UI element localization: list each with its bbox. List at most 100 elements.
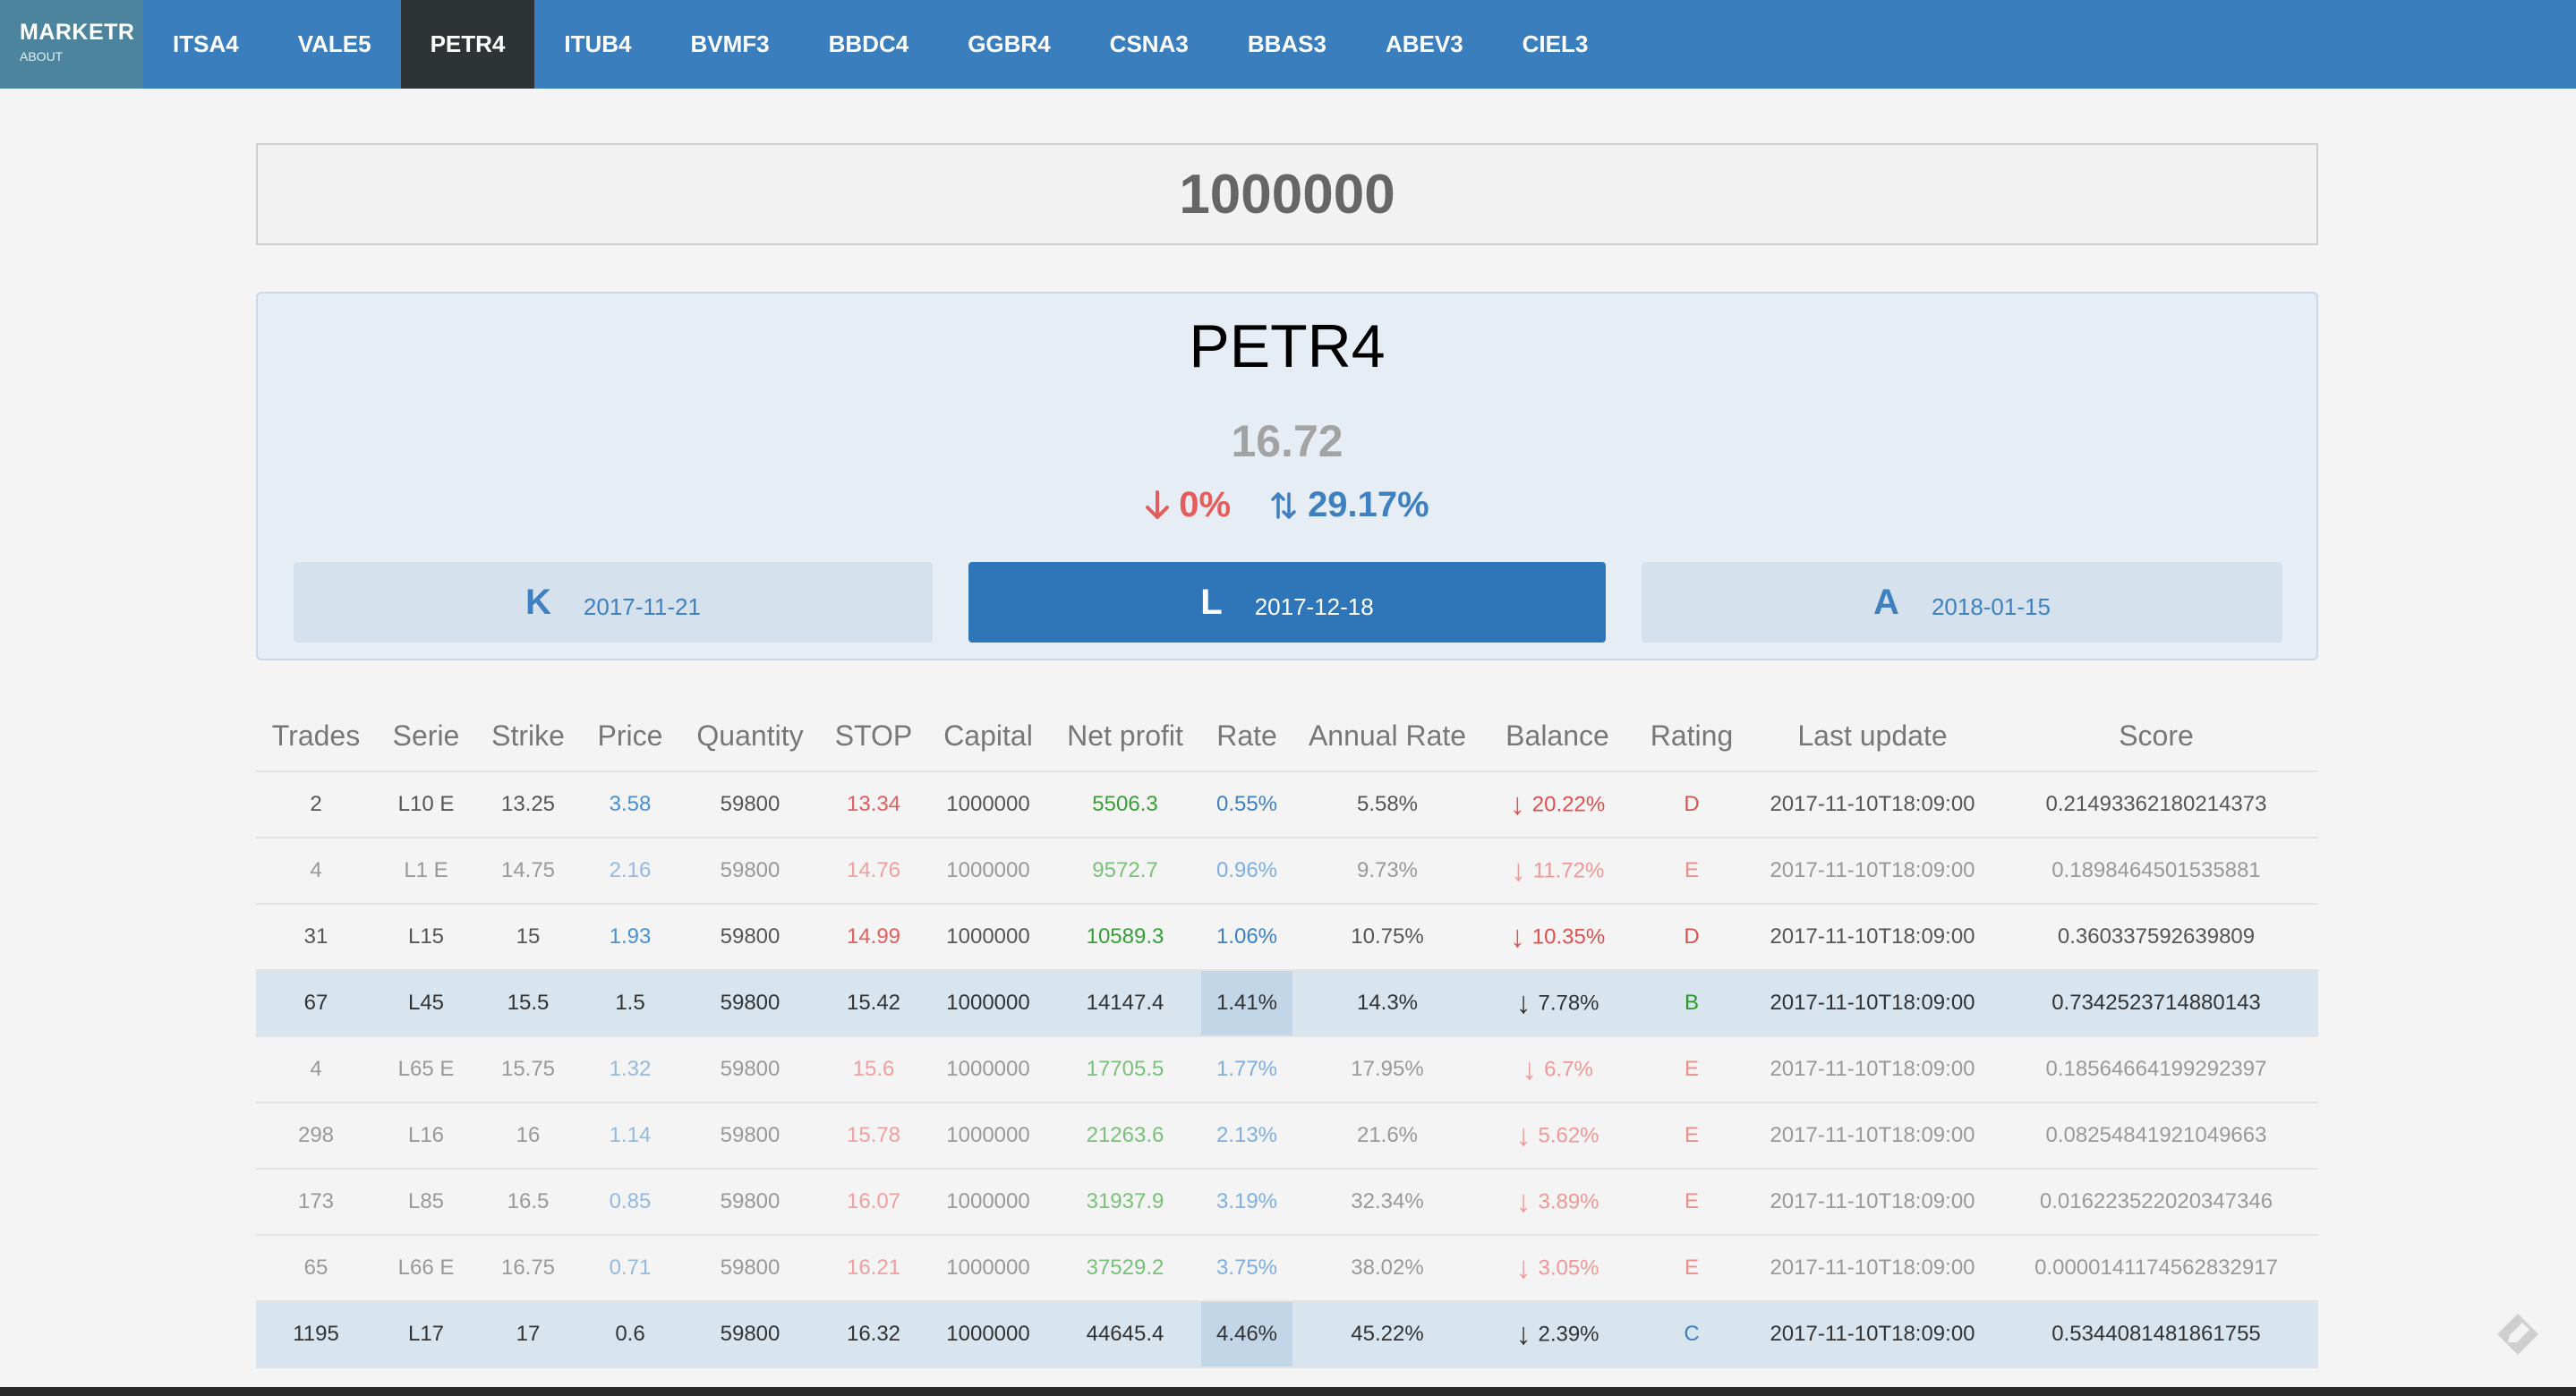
table-row[interactable]: 298 L16 16 1.14 59800 15.78 1000000 21263.6 2.13… (256, 1102, 2318, 1170)
table-row[interactable]: 4 L65 E 15.75 1.32 59800 15.6 1000000 17705.5 1.… (256, 1036, 2318, 1103)
column-header[interactable]: Net profit (1049, 702, 1201, 772)
table-row[interactable]: 2 L10 E 13.25 3.58 59800 13.34 1000000 5506.3 0.… (256, 771, 2318, 838)
pencil-diamond-icon[interactable] (2494, 1310, 2542, 1358)
stop-cell: 13.34 (820, 771, 927, 838)
last-update-cell: 2017-11-10T18:09:00 (1751, 904, 1994, 971)
arrow-down-icon: ↓ (1515, 1316, 1531, 1351)
price-cell: 0.85 (580, 1169, 680, 1236)
brand-title: MARKETR (20, 20, 135, 45)
expiration-l-button[interactable]: L 2017-12-18 (968, 562, 1606, 643)
tab-ggbr4[interactable]: GGBR4 (938, 0, 1079, 89)
column-header[interactable]: Serie (376, 702, 476, 772)
column-header[interactable]: Rate (1201, 702, 1292, 772)
expiration-a-button[interactable]: A 2018-01-15 (1642, 562, 2282, 643)
arrow-down-icon: ↓ (1522, 1051, 1538, 1086)
price-cell: 1.93 (580, 904, 680, 971)
strike-cell: 15 (476, 904, 580, 971)
rating-cell: D (1633, 904, 1751, 971)
rate-cell: 4.46% (1201, 1301, 1292, 1368)
serie-cell: L85 (376, 1169, 476, 1236)
column-header[interactable]: Strike (476, 702, 580, 772)
balance-cell: ↓ 11.72% (1482, 838, 1633, 905)
last-update-cell: 2017-11-10T18:09:00 (1751, 1036, 1994, 1103)
rating-cell: E (1633, 1102, 1751, 1170)
tab-bbdc4[interactable]: BBDC4 (799, 0, 939, 89)
table-row[interactable]: 1195 L17 17 0.6 59800 16.32 1000000 44645.4 4.46… (256, 1301, 2318, 1368)
table-row[interactable]: 4 L1 E 14.75 2.16 59800 14.76 1000000 9572.7 0.9… (256, 838, 2318, 905)
expiration-date: 2018-01-15 (1931, 592, 2051, 620)
last-update-cell: 2017-11-10T18:09:00 (1751, 970, 1994, 1037)
last-update-cell: 2017-11-10T18:09:00 (1751, 1102, 1994, 1170)
balance-cell: ↓ 5.62% (1482, 1102, 1633, 1170)
tab-petr4[interactable]: PETR4 (400, 0, 535, 89)
tab-itsa4[interactable]: ITSA4 (143, 0, 269, 89)
rating-cell: C (1633, 1301, 1751, 1368)
column-header[interactable]: Rating (1633, 702, 1751, 772)
rating-cell: E (1633, 1169, 1751, 1236)
score-cell: 0.21493362180214373 (1994, 771, 2318, 838)
strike-cell: 14.75 (476, 838, 580, 905)
change-updown: 29.17% (1270, 485, 1429, 525)
capital-input[interactable] (258, 145, 2316, 243)
column-header[interactable]: Last update (1751, 702, 1994, 772)
tab-bbas3[interactable]: BBAS3 (1218, 0, 1356, 89)
column-header[interactable]: Score (1994, 702, 2318, 772)
tab-abev3[interactable]: ABEV3 (1356, 0, 1493, 89)
about-link[interactable]: ABOUT (20, 49, 143, 64)
capital-cell: 1000000 (927, 1102, 1049, 1170)
annual-rate-cell: 17.95% (1292, 1036, 1482, 1103)
table-header-row: Trades Serie Strike Price Quantity STOP Capita… (256, 702, 2318, 772)
table-row[interactable]: 31 L15 15 1.93 59800 14.99 1000000 10589.3 1.06%… (256, 904, 2318, 971)
last-update-cell: 2017-11-10T18:09:00 (1751, 771, 1994, 838)
balance-value: 7.78% (1538, 991, 1599, 1015)
stop-cell: 15.78 (820, 1102, 927, 1170)
table-row[interactable]: 65 L66 E 16.75 0.71 59800 16.21 1000000 37529.2… (256, 1235, 2318, 1302)
net-profit-cell: 9572.7 (1049, 838, 1201, 905)
tab-csna3[interactable]: CSNA3 (1080, 0, 1218, 89)
balance-value: 11.72% (1532, 858, 1605, 882)
expiration-letter: L (1200, 582, 1223, 622)
rating-cell: E (1633, 838, 1751, 905)
tab-itub4[interactable]: ITUB4 (534, 0, 661, 89)
change-down: 0% (1145, 485, 1231, 525)
price-cell: 0.71 (580, 1235, 680, 1302)
column-header[interactable]: Quantity (680, 702, 820, 772)
rate-cell: 3.75% (1201, 1235, 1292, 1302)
brand-logo[interactable]: MARKETR ABOUT (0, 0, 143, 89)
rate-cell: 3.19% (1201, 1169, 1292, 1236)
annual-rate-cell: 38.02% (1292, 1235, 1482, 1302)
trades-cell: 173 (256, 1169, 376, 1236)
balance-cell: ↓ 3.89% (1482, 1169, 1633, 1236)
price-cell: 1.5 (580, 970, 680, 1037)
table-row[interactable]: 173 L85 16.5 0.85 59800 16.07 1000000 31937.9 3.… (256, 1169, 2318, 1236)
strike-cell: 15.75 (476, 1036, 580, 1103)
trades-cell: 31 (256, 904, 376, 971)
table-row[interactable]: 67 L45 15.5 1.5 59800 15.42 1000000 14147.4 1.41… (256, 970, 2318, 1037)
serie-cell: L10 E (376, 771, 476, 838)
column-header[interactable]: Capital (927, 702, 1049, 772)
column-header[interactable]: STOP (820, 702, 927, 772)
annual-rate-cell: 10.75% (1292, 904, 1482, 971)
arrow-down-icon: ↓ (1510, 853, 1526, 888)
stop-cell: 15.6 (820, 1036, 927, 1103)
score-cell: 0.08254841921049663 (1994, 1102, 2318, 1170)
quantity-cell: 59800 (680, 838, 820, 905)
column-header[interactable]: Price (580, 702, 680, 772)
quantity-cell: 59800 (680, 1102, 820, 1170)
column-header[interactable]: Trades (256, 702, 376, 772)
balance-cell: ↓ 6.7% (1482, 1036, 1633, 1103)
tab-bvmf3[interactable]: BVMF3 (661, 0, 799, 89)
serie-cell: L16 (376, 1102, 476, 1170)
annual-rate-cell: 5.58% (1292, 771, 1482, 838)
tab-ciel3[interactable]: CIEL3 (1493, 0, 1618, 89)
score-cell: 0.5344081481861755 (1994, 1301, 2318, 1368)
expiration-k-button[interactable]: K 2017-11-21 (294, 562, 933, 643)
rate-cell: 1.77% (1201, 1036, 1292, 1103)
balance-cell: ↓ 20.22% (1482, 771, 1633, 838)
arrow-down-icon: ↓ (1515, 985, 1531, 1020)
balance-value: 3.89% (1538, 1189, 1599, 1213)
balance-value: 3.05% (1538, 1256, 1599, 1280)
column-header[interactable]: Annual Rate (1292, 702, 1482, 772)
tab-vale5[interactable]: VALE5 (269, 0, 401, 89)
column-header[interactable]: Balance (1482, 702, 1633, 772)
